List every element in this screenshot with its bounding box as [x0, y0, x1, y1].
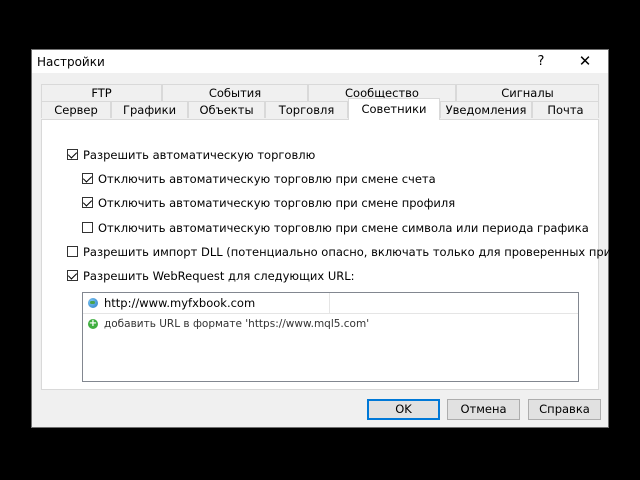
tab-ftp[interactable]: FTP — [41, 84, 162, 101]
help-title-button[interactable]: ? — [529, 50, 553, 73]
allow-dll-checkbox[interactable] — [67, 246, 78, 257]
globe-icon — [88, 298, 98, 308]
auto-trading-label[interactable]: Разрешить автоматическую торговлю — [83, 147, 315, 163]
title-bar[interactable]: Настройки ? ✕ — [32, 50, 608, 73]
help-button[interactable]: Справка — [528, 399, 601, 420]
add-url-hint[interactable]: добавить URL в формате 'https://www.mql5… — [104, 314, 369, 334]
url-list[interactable]: http://www.myfxbook.com + добавить URL в… — [82, 292, 579, 382]
tab-trading[interactable]: Торговля — [265, 101, 348, 118]
disable-on-symbol-label[interactable]: Отключить автоматическую торговлю при см… — [98, 220, 589, 236]
column-divider — [329, 293, 330, 313]
ok-button[interactable]: OK — [367, 399, 440, 420]
allow-dll-label[interactable]: Разрешить импорт DLL (потенциально опасн… — [83, 244, 640, 260]
tab-charts[interactable]: Графики — [111, 101, 188, 118]
add-icon[interactable]: + — [88, 319, 98, 329]
cancel-button[interactable]: Отмена — [447, 399, 520, 420]
disable-on-symbol-checkbox[interactable] — [82, 222, 93, 233]
tab-notifications[interactable]: Уведомления — [440, 101, 532, 118]
tab-server[interactable]: Сервер — [41, 101, 111, 118]
disable-on-profile-label[interactable]: Отключить автоматическую торговлю при см… — [98, 195, 455, 211]
disable-on-account-label[interactable]: Отключить автоматическую торговлю при см… — [98, 171, 436, 187]
allow-webrequest-label[interactable]: Разрешить WebRequest для следующих URL: — [83, 268, 355, 284]
tab-events[interactable]: События — [162, 84, 308, 101]
disable-on-account-checkbox[interactable] — [82, 173, 93, 184]
allow-webrequest-checkbox[interactable] — [67, 270, 78, 281]
tab-expert-advisors[interactable]: Советники — [348, 98, 440, 120]
tab-objects[interactable]: Объекты — [188, 101, 265, 118]
settings-dialog: Настройки ? ✕ FTP События Сообщество Сиг… — [31, 49, 640, 428]
url-list-item[interactable]: http://www.myfxbook.com — [83, 293, 578, 314]
expert-advisors-panel: Разрешить автоматическую торговлю Отключ… — [41, 119, 640, 390]
tab-signals[interactable]: Сигналы — [456, 84, 599, 101]
disable-on-profile-checkbox[interactable] — [82, 197, 93, 208]
tab-email[interactable]: Почта — [532, 101, 599, 118]
auto-trading-checkbox[interactable] — [67, 149, 78, 160]
dialog-title: Настройки — [37, 55, 105, 69]
close-button[interactable]: ✕ — [572, 50, 598, 73]
add-url-row[interactable]: + добавить URL в формате 'https://www.mq… — [83, 314, 578, 334]
url-text[interactable]: http://www.myfxbook.com — [104, 293, 255, 313]
